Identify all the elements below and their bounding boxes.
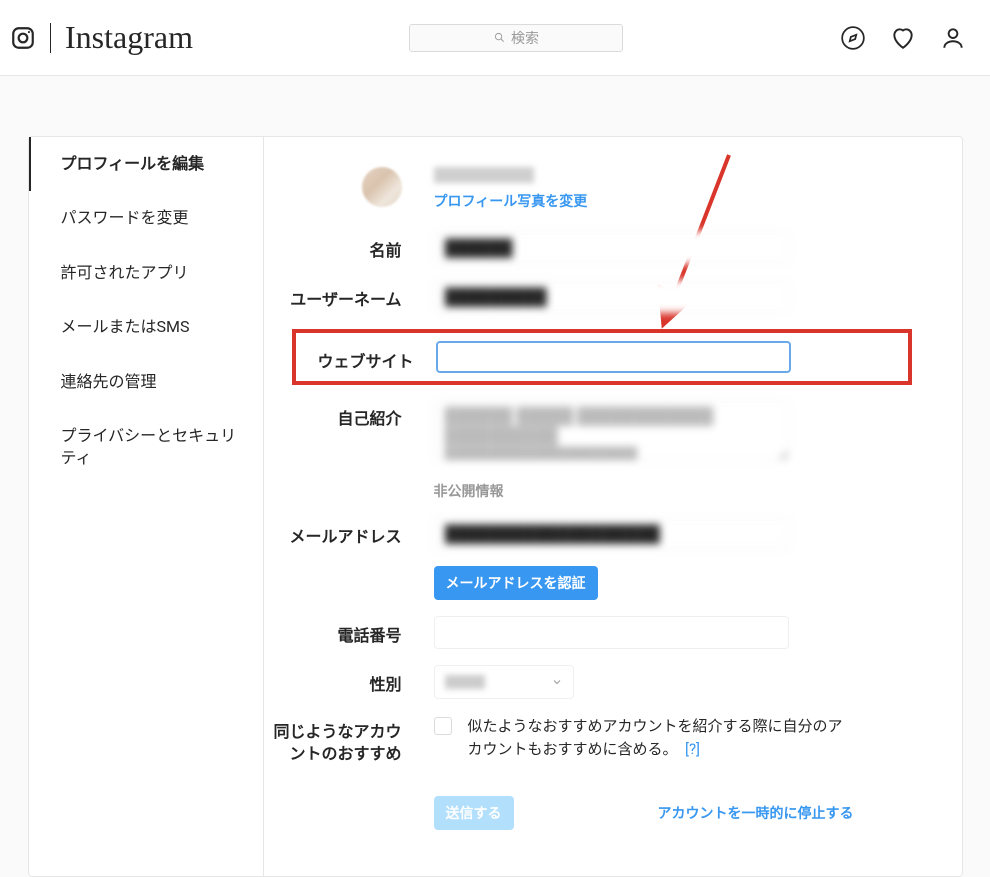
sidebar-item-change-password[interactable]: パスワードを変更 — [29, 191, 263, 245]
help-link[interactable]: [?] — [685, 740, 700, 758]
similar-accounts-text: 似たようなおすすめアカウントを紹介する際に自分のアカウントもおすすめに含める。 … — [452, 715, 854, 760]
brand-wordmark: Instagram — [65, 19, 193, 56]
instagram-icon — [10, 25, 36, 51]
label-phone: 電話番号 — [264, 616, 434, 646]
label-similar: 同じようなアカウントのおすすめ — [264, 715, 434, 766]
top-navigation: Instagram 検索 — [0, 0, 990, 76]
logo-divider — [50, 23, 51, 53]
sidebar-item-manage-contacts[interactable]: 連絡先の管理 — [29, 355, 263, 409]
settings-container: プロフィールを編集 パスワードを変更 許可されたアプリ メールまたはSMS 連絡… — [28, 136, 963, 877]
sidebar-item-authorized-apps[interactable]: 許可されたアプリ — [29, 246, 263, 300]
label-name: 名前 — [264, 231, 434, 261]
email-input[interactable] — [434, 517, 789, 550]
private-info-heading: 非公開情報 — [434, 484, 504, 500]
label-bio: 自己紹介 — [264, 399, 434, 429]
name-input[interactable] — [434, 231, 789, 264]
search-icon — [494, 32, 505, 43]
change-photo-link[interactable]: プロフィール写真を変更 — [434, 191, 588, 211]
sidebar-item-edit-profile[interactable]: プロフィールを編集 — [29, 137, 263, 191]
gender-select[interactable] — [434, 665, 574, 699]
activity-heart-icon[interactable] — [890, 25, 916, 51]
deactivate-account-link[interactable]: アカウントを一時的に停止する — [658, 803, 854, 823]
avatar[interactable] — [362, 167, 402, 207]
submit-button[interactable]: 送信する — [434, 796, 514, 830]
label-website: ウェブサイト — [306, 342, 436, 372]
label-username: ユーザーネーム — [264, 280, 434, 310]
website-input[interactable] — [436, 341, 791, 373]
search-placeholder: 検索 — [511, 28, 539, 48]
explore-icon[interactable] — [840, 25, 866, 51]
phone-input[interactable] — [434, 616, 789, 649]
gender-value — [445, 675, 485, 689]
bio-textarea[interactable]: ██████ █████ ████████████ ██████████ ███… — [434, 399, 789, 461]
chevron-down-icon — [551, 676, 563, 688]
similar-accounts-checkbox[interactable] — [434, 717, 452, 735]
label-email: メールアドレス — [264, 517, 434, 547]
profile-icon[interactable] — [940, 25, 966, 51]
label-gender: 性別 — [264, 665, 434, 695]
logo-block[interactable]: Instagram — [10, 19, 193, 56]
settings-sidebar: プロフィールを編集 パスワードを変更 許可されたアプリ メールまたはSMS 連絡… — [29, 137, 264, 876]
sidebar-item-email-sms[interactable]: メールまたはSMS — [29, 300, 263, 354]
verify-email-button[interactable]: メールアドレスを認証 — [434, 566, 598, 600]
profile-username-display — [434, 167, 534, 183]
settings-content: プロフィール写真を変更 名前 ユーザーネーム ウェブサイト — [264, 137, 962, 876]
sidebar-item-privacy-security[interactable]: プライバシーとセキュリティ — [29, 409, 263, 486]
search-input[interactable]: 検索 — [409, 24, 623, 52]
website-highlight-box: ウェブサイト — [292, 329, 912, 385]
username-input[interactable] — [434, 280, 789, 313]
